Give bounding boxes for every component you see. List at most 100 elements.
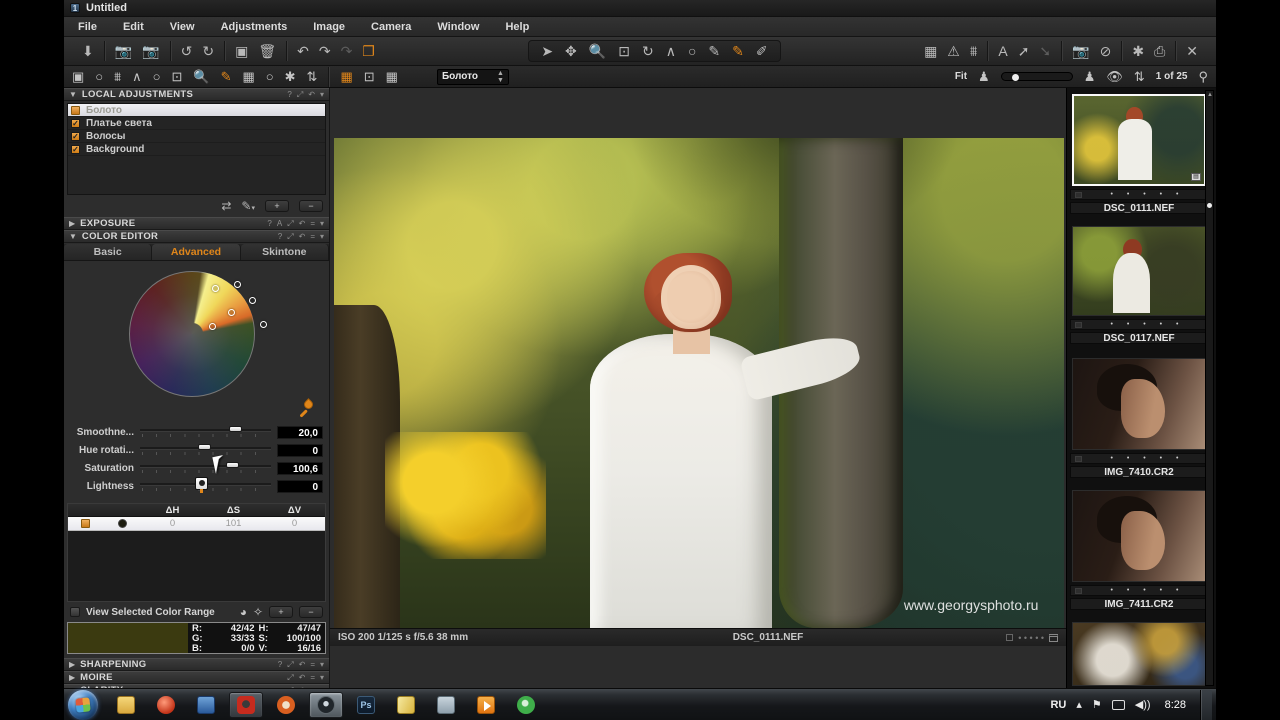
remove-layer-button[interactable]: −	[299, 200, 323, 212]
show-desktop-button[interactable]	[1200, 689, 1212, 720]
hue-rotation-value[interactable]: 0	[277, 443, 323, 457]
undo-icon[interactable]: ↶	[297, 43, 309, 59]
layer-checkbox[interactable]: ✓	[71, 131, 80, 141]
preset-icon[interactable]: =	[310, 219, 315, 229]
panel-menu-icon[interactable]: ▾	[320, 90, 324, 100]
add-range-button[interactable]: +	[269, 606, 293, 618]
variant-selector[interactable]: Болото ▲ ▼	[436, 68, 509, 85]
expand-icon[interactable]: ⤢	[287, 660, 293, 670]
scroll-up-icon[interactable]: ▲	[1207, 92, 1213, 98]
collapse-triangle-icon[interactable]: ▶	[69, 219, 75, 228]
copy-adjustments-icon[interactable]: ❐	[362, 43, 375, 59]
reset-icon[interactable]: ↶	[299, 219, 306, 229]
layer-row-dress[interactable]: ✓ Платье света	[68, 117, 325, 130]
menu-adjustments[interactable]: Adjustments	[221, 21, 288, 33]
preset-icon[interactable]: =	[310, 660, 315, 670]
layer-options-icon[interactable]: ⇄	[221, 199, 231, 213]
table-row[interactable]: 0 101 0	[68, 517, 325, 531]
help-icon[interactable]: ?	[278, 232, 282, 242]
menu-window[interactable]: Window	[437, 21, 479, 33]
zoom-slider-handle[interactable]	[1011, 74, 1019, 81]
slider-handle[interactable]	[226, 462, 240, 468]
taskbar-explorer[interactable]	[109, 692, 143, 718]
face-zoom-icon[interactable]: ⚲	[1198, 69, 1208, 85]
wheel-handle[interactable]	[228, 309, 235, 316]
panel-menu-icon[interactable]: ▾	[320, 219, 324, 229]
expand-icon[interactable]: ⤢	[287, 219, 293, 229]
main-photo[interactable]: www.georgysphoto.ru	[334, 138, 1064, 628]
menu-help[interactable]: Help	[505, 21, 529, 33]
pie-icon[interactable]: ◕	[240, 605, 247, 619]
rotate-cw-icon[interactable]: ↻	[202, 43, 214, 59]
thumbnail-filename[interactable]: DSC_0117.NEF	[1070, 332, 1208, 344]
draw-mask-tool-icon[interactable]: ✎	[732, 43, 744, 59]
primary-view-icon[interactable]: ⊡	[364, 69, 375, 85]
import-icon[interactable]: ⬇	[82, 43, 94, 59]
rating-bar[interactable]: • • • • •	[1070, 319, 1208, 330]
color-tab-icon[interactable]: ⩩	[114, 69, 121, 85]
thumbnail-filename[interactable]: IMG_7410.CR2	[1070, 466, 1208, 478]
tether-camera-icon[interactable]: 📷	[115, 43, 132, 59]
wheel-handle[interactable]	[260, 321, 267, 328]
taskbar-media-player[interactable]	[469, 692, 503, 718]
spot-removal-tool-icon[interactable]: ○	[688, 43, 696, 59]
annotation-icon[interactable]: A	[998, 43, 1007, 59]
color-picker-icon[interactable]	[299, 398, 315, 417]
pointer-tool-icon[interactable]: ➤	[541, 43, 553, 59]
process-settings-icon[interactable]: ✱	[1132, 43, 1144, 59]
language-indicator[interactable]: RU	[1050, 699, 1066, 711]
taskbar-capture-one[interactable]	[309, 691, 343, 718]
smoothness-value[interactable]: 20,0	[277, 425, 323, 439]
tray-expand-icon[interactable]: ▴	[1076, 698, 1082, 711]
lightness-value[interactable]: 0	[277, 479, 323, 493]
folder-icon[interactable]: ▣	[235, 43, 248, 59]
menu-image[interactable]: Image	[313, 21, 345, 33]
pick-range-icon[interactable]: ✧	[253, 605, 263, 619]
crop-tab-icon[interactable]: ⊡	[171, 69, 182, 85]
local-adjustments-tab-icon[interactable]: ✎	[221, 69, 232, 85]
layer-row-background[interactable]: ✓ Background	[68, 143, 325, 156]
straighten-tool-icon[interactable]: ∧	[666, 43, 676, 59]
reset-icon[interactable]: ↶	[299, 232, 306, 242]
export-icon[interactable]: ➚	[1018, 43, 1030, 59]
lens-tab-icon[interactable]: ○	[153, 69, 161, 84]
thumbnail-next[interactable]	[1072, 622, 1206, 686]
no-process-icon[interactable]: ⊘	[1100, 43, 1112, 59]
process-tab-icon[interactable]: ✱	[285, 69, 296, 85]
scrollbar-thumb[interactable]	[1207, 203, 1212, 208]
saturation-slider[interactable]	[140, 461, 271, 475]
import-arrow-icon[interactable]: ➘	[1039, 43, 1051, 59]
color-editor-header[interactable]: ▼ COLOR EDITOR ? ⤢ ↶ = ▾	[64, 230, 329, 243]
layer-row-boloto[interactable]: Болото	[68, 104, 325, 117]
layer-checkbox[interactable]: ✓	[71, 118, 80, 128]
network-icon[interactable]	[1111, 699, 1125, 710]
taskbar-app-blue[interactable]	[189, 692, 223, 718]
quick-tab-icon[interactable]: ○	[95, 69, 103, 84]
saturation-value[interactable]: 100,6	[277, 461, 323, 475]
rating-dots[interactable]: • • • • •	[1018, 633, 1044, 643]
focus-mask-icon[interactable]: ⩩	[970, 43, 977, 59]
selected-color-wedge[interactable]	[129, 271, 255, 397]
sharpening-header[interactable]: ▶ SHARPENING ? ⤢ ↶ = ▾	[64, 658, 329, 671]
menu-view[interactable]: View	[170, 21, 195, 33]
expand-icon[interactable]: ⤢	[287, 232, 293, 242]
help-icon[interactable]: ?	[267, 219, 271, 229]
erase-mask-tool-icon[interactable]: ✐	[756, 43, 768, 59]
thumbnail-img7411[interactable]	[1072, 490, 1206, 582]
zoom-slider[interactable]	[1000, 72, 1073, 81]
wheel-handle[interactable]	[249, 297, 256, 304]
clock[interactable]: 8:28	[1165, 699, 1186, 711]
proof-eye-icon[interactable]: 👁	[1106, 69, 1123, 85]
thumbnail-filename[interactable]: DSC_0111.NEF	[1070, 202, 1208, 214]
info-tab-icon[interactable]: ○	[266, 69, 274, 84]
preset-icon[interactable]: =	[310, 673, 315, 683]
start-button[interactable]	[68, 689, 98, 720]
list-icon[interactable]	[1049, 633, 1058, 642]
exposure-tab-icon[interactable]: ∧	[132, 69, 142, 85]
metadata-tab-icon[interactable]: ▦	[242, 69, 254, 85]
reset-icon[interactable]: ↶	[299, 673, 306, 683]
zoom-tool-icon[interactable]: 🔍	[589, 43, 606, 59]
thumbnail-img7410[interactable]	[1072, 358, 1206, 450]
taskbar-app-gear[interactable]	[269, 692, 303, 718]
tab-skintone[interactable]: Skintone	[240, 244, 329, 260]
